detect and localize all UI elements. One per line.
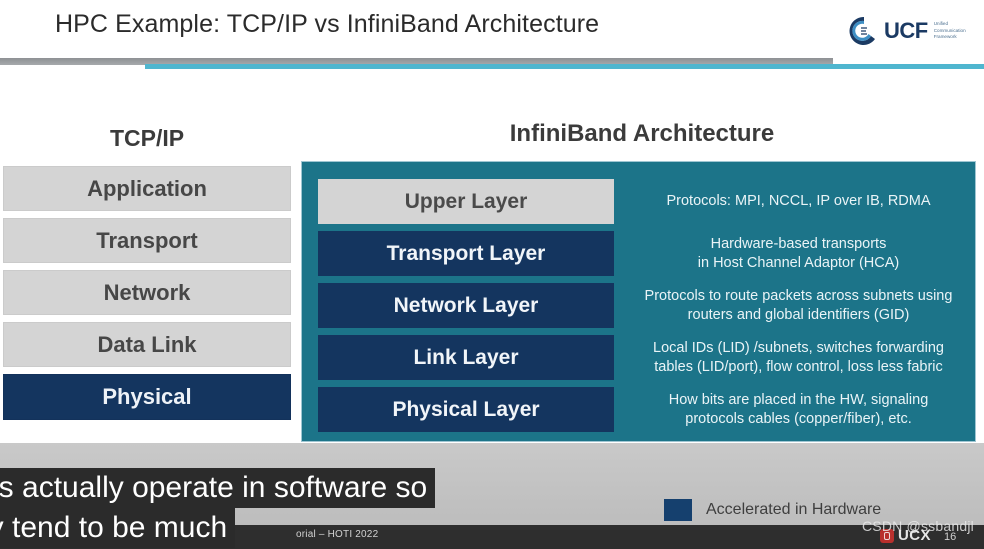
infiniband-layer-row: Link Layer Local IDs (LID) /subnets, swit… xyxy=(302,335,975,380)
ucf-wordmark: UCF xyxy=(884,18,928,43)
tcpip-layer-box: Application xyxy=(3,166,291,211)
tcpip-layer-label: Network xyxy=(103,279,191,305)
video-caption: ers actually operate in software so ey t… xyxy=(0,468,436,549)
infiniband-layer-label-text: Link Layer xyxy=(413,345,519,369)
infiniband-layer-row: Physical Layer How bits are placed in the… xyxy=(302,387,975,432)
infiniband-layer-description: Protocols: MPI, NCCL, IP over IB, RDMA xyxy=(666,193,931,210)
infiniband-layer-label: Network Layer xyxy=(318,283,614,328)
tcpip-stack: Application Transport Network Data Link Phys… xyxy=(3,166,291,427)
tcpip-column-title: TCP/IP xyxy=(109,125,185,151)
legend: Accelerated in Hardware xyxy=(664,499,881,521)
csdn-watermark: CSDN @ssbandjl xyxy=(862,518,974,534)
infiniband-layer-row: Network Layer Protocols to route packets … xyxy=(302,283,975,328)
slide-root: HPC Example: TCP/IP vs InfiniBand Archit… xyxy=(0,0,984,549)
ucf-circle-icon xyxy=(849,16,875,45)
infiniband-layer-label-text: Physical Layer xyxy=(392,397,540,421)
tcpip-layer-label: Application xyxy=(87,175,207,201)
infiniband-layer-label: Physical Layer xyxy=(318,387,614,432)
infiniband-layer-row: Transport Layer Hardware-based transports… xyxy=(302,231,975,276)
infiniband-layer-label: Link Layer xyxy=(318,335,614,380)
tcpip-layer-box: Transport xyxy=(3,218,291,263)
tcpip-layer-label: Physical xyxy=(102,384,192,409)
infiniband-layer-label: Transport Layer xyxy=(318,231,614,276)
infiniband-panel: Upper Layer Protocols: MPI, NCCL, IP over… xyxy=(301,161,976,442)
infiniband-layer-rows: Upper Layer Protocols: MPI, NCCL, IP over… xyxy=(302,162,975,441)
infiniband-layer-description: Protocols to route packets across subnet… xyxy=(644,287,953,323)
header-rule-cyan xyxy=(145,64,984,69)
infiniband-layer-label-text: Transport Layer xyxy=(386,241,546,265)
infiniband-layer-label-text: Upper Layer xyxy=(404,189,528,213)
ucf-logo: UCF Unified Communication Framework xyxy=(848,12,976,50)
tcpip-layer-label: Data Link xyxy=(97,331,197,357)
infiniband-layer-label: Upper Layer xyxy=(318,179,614,224)
tcpip-layer-box: Network xyxy=(3,270,291,315)
page-title: HPC Example: TCP/IP vs InfiniBand Archit… xyxy=(55,10,600,38)
caption-line-1: ers actually operate in software so xyxy=(0,468,436,509)
infiniband-layer-label-text: Network Layer xyxy=(393,293,539,317)
infiniband-layer-description: Hardware-based transports in Host Channe… xyxy=(697,235,900,271)
infiniband-layer-description: Local IDs (LID) /subnets, switches forwa… xyxy=(653,339,944,375)
tcpip-layer-box: Data Link xyxy=(3,322,291,367)
infiniband-layer-row: Upper Layer Protocols: MPI, NCCL, IP over… xyxy=(302,179,975,224)
tcpip-layer-box: Physical xyxy=(3,374,291,420)
ucf-tagline: Unified Communication Framework xyxy=(933,21,966,40)
infiniband-column-title: InfiniBand Architecture xyxy=(509,120,775,147)
legend-swatch-accelerated xyxy=(664,499,692,521)
infiniband-layer-description: How bits are placed in the HW, signaling… xyxy=(668,391,929,427)
tcpip-layer-label: Transport xyxy=(96,227,198,253)
legend-label: Accelerated in Hardware xyxy=(706,501,882,518)
caption-line-2: ey tend to be much xyxy=(0,508,236,549)
